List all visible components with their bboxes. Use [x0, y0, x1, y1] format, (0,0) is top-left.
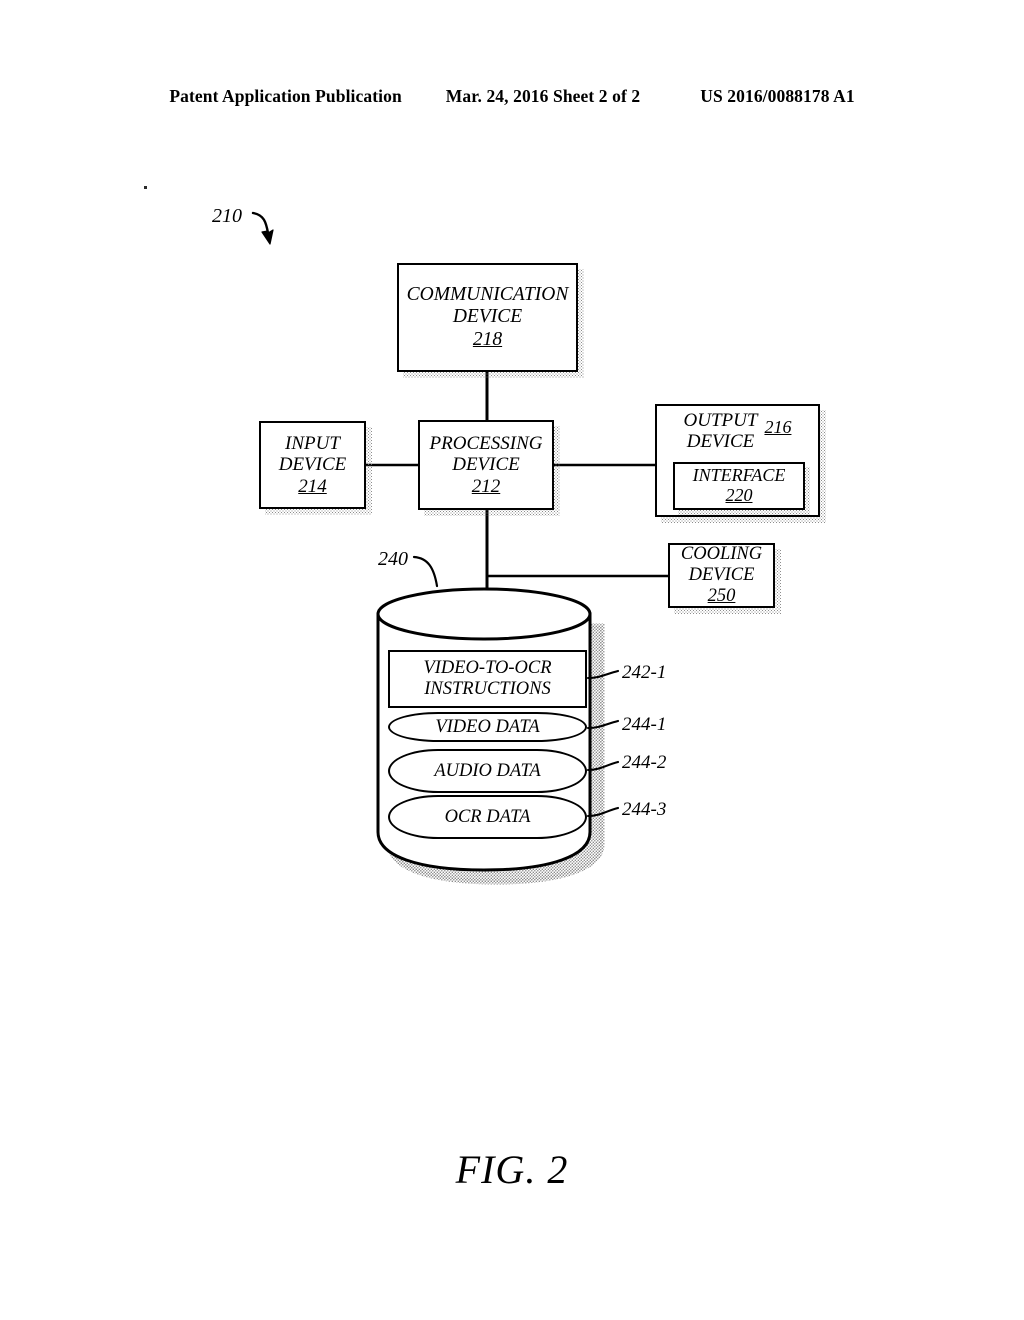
cooling-device-node: COOLING DEVICE 250 [668, 543, 775, 608]
interface-node: INTERFACE 220 [673, 462, 805, 510]
output-device-label-line1: OUTPUT [683, 410, 758, 431]
cooling-device-label-line2: DEVICE [688, 564, 755, 585]
storage-item-video-to-ocr-instructions: VIDEO-TO-OCR INSTRUCTIONS [388, 650, 587, 708]
input-device-node: INPUT DEVICE 214 [259, 421, 366, 509]
storage-item-label-line1: VIDEO-TO-OCR [423, 658, 552, 679]
storage-item-ocr-data: OCR DATA [388, 795, 587, 839]
processing-device-ref: 212 [471, 475, 501, 497]
figure-caption: FIG. 2 [455, 1147, 569, 1192]
communication-device-ref: 218 [472, 328, 503, 350]
storage-item-video-data: VIDEO DATA [388, 712, 587, 742]
callout-244-2: 244-2 [622, 752, 667, 773]
interface-ref: 220 [725, 485, 753, 505]
processing-device-node: PROCESSING DEVICE 212 [418, 420, 554, 510]
output-device-node: OUTPUT DEVICE 216 INTERFACE 220 [655, 404, 820, 517]
input-device-label-line2: DEVICE [278, 454, 347, 476]
figure-2-diagram: COMMUNICATION DEVICE 218 INPUT DEVICE 21… [0, 0, 1024, 1320]
system-ref-arrow [251, 211, 274, 245]
output-device-ref: 216 [764, 417, 792, 437]
cooling-device-label-line1: COOLING [680, 543, 763, 564]
storage-item-label-line2: INSTRUCTIONS [424, 679, 551, 699]
callout-system-210: 210 [212, 205, 242, 227]
storage-item-label: OCR DATA [444, 806, 531, 827]
callout-244-3: 244-3 [622, 799, 667, 820]
input-device-label-line1: INPUT [285, 432, 340, 454]
callout-storage-240: 240 [378, 548, 408, 570]
communication-device-node: COMMUNICATION DEVICE 218 [397, 263, 578, 372]
communication-device-label-line1: COMMUNICATION [406, 284, 569, 306]
storage-item-label: VIDEO DATA [435, 716, 540, 737]
output-device-label: OUTPUT DEVICE [683, 410, 758, 453]
processing-device-label-line2: DEVICE [452, 454, 520, 476]
communication-device-label-line2: DEVICE [452, 306, 523, 328]
storage-item-label: AUDIO DATA [434, 760, 541, 781]
storage-ref-leader [412, 555, 439, 588]
storage-item-audio-data: AUDIO DATA [388, 749, 587, 793]
input-device-ref: 214 [298, 475, 327, 497]
callout-244-1: 244-1 [622, 714, 667, 735]
interface-label: INTERFACE [692, 465, 786, 486]
callout-242-1: 242-1 [622, 662, 667, 683]
processing-device-label-line1: PROCESSING [429, 432, 543, 454]
storage-cylinder-top [376, 587, 592, 641]
output-device-label-line2: DEVICE [686, 430, 755, 452]
cooling-device-ref: 250 [707, 586, 736, 607]
output-device-title: OUTPUT DEVICE 216 [657, 410, 818, 453]
